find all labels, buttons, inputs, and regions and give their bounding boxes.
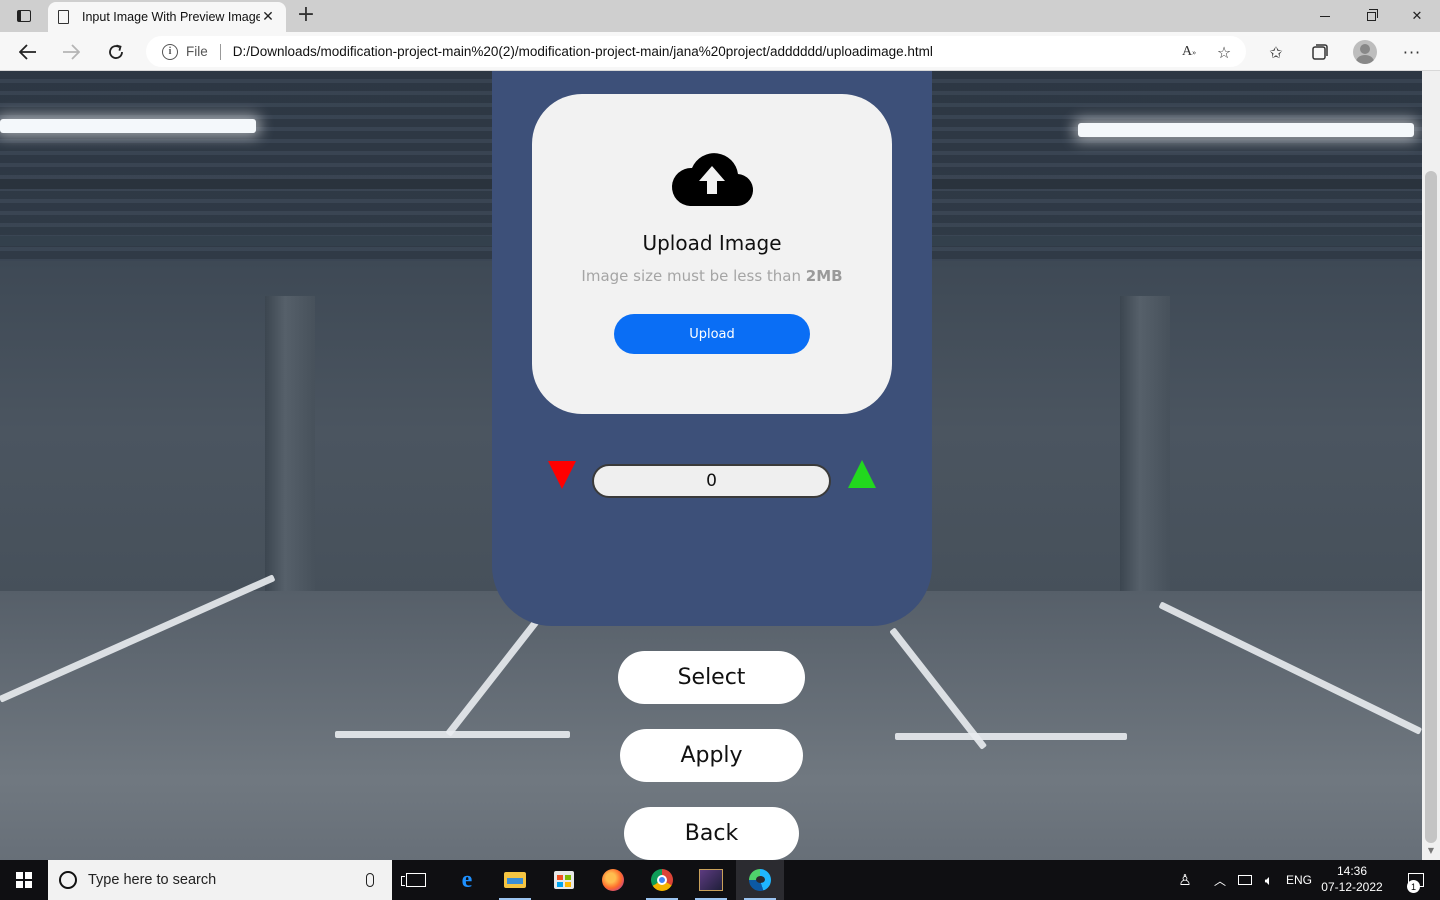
microphone-icon[interactable]	[366, 873, 374, 887]
url-separator	[219, 43, 221, 60]
cloud-upload-icon	[671, 153, 754, 207]
firefox-icon[interactable]	[589, 860, 637, 900]
reload-icon[interactable]	[103, 39, 129, 65]
notification-badge: 1	[1407, 880, 1420, 893]
game-icon[interactable]	[687, 860, 735, 900]
cortana-icon	[59, 871, 77, 889]
file-explorer-icon[interactable]	[491, 860, 539, 900]
counter-field[interactable]: 0	[592, 464, 831, 498]
tab-actions-icon[interactable]	[10, 6, 38, 26]
close-window-button[interactable]: ✕	[1394, 0, 1440, 32]
clock-date: 07-12-2022	[1321, 880, 1383, 894]
upload-title: Upload Image	[642, 231, 782, 255]
taskbar-search[interactable]: Type here to search	[48, 860, 392, 900]
size-limit: 2MB	[805, 267, 843, 285]
people-icon[interactable]: ♙	[1172, 860, 1198, 900]
edge-icon[interactable]	[736, 860, 784, 900]
page-viewport: Upload Image Image size must be less tha…	[0, 71, 1440, 860]
clock[interactable]: 14:36 07-12-2022	[1318, 863, 1386, 897]
network-icon[interactable]	[1234, 860, 1256, 900]
windows-logo-icon	[16, 872, 32, 888]
favorites-icon[interactable]: ✩	[1264, 40, 1288, 64]
more-icon[interactable]: ···	[1400, 40, 1424, 64]
store-icon[interactable]	[540, 860, 588, 900]
new-tab-button[interactable]: +	[294, 4, 318, 28]
collections-icon[interactable]	[1308, 40, 1332, 64]
profile-icon[interactable]	[1353, 40, 1377, 64]
scroll-down-icon[interactable]: ▼	[1426, 846, 1436, 855]
increment-arrow-icon[interactable]	[848, 460, 876, 488]
browser-tab[interactable]: Input Image With Preview Image ✕	[48, 2, 286, 32]
show-hidden-icons-icon[interactable]: ︿	[1210, 860, 1230, 900]
search-placeholder: Type here to search	[88, 872, 217, 888]
decrement-arrow-icon[interactable]	[548, 461, 576, 489]
upload-button[interactable]: Upload	[614, 314, 810, 354]
select-button[interactable]: Select	[618, 651, 805, 704]
apply-button[interactable]: Apply	[620, 729, 803, 782]
read-aloud-icon[interactable]: A»	[1180, 43, 1198, 61]
add-favorite-icon[interactable]: ☆	[1215, 43, 1233, 62]
close-tab-icon[interactable]: ✕	[260, 9, 276, 25]
volume-icon[interactable]: 🔈︎	[1258, 860, 1280, 900]
browser-tab-bar: Input Image With Preview Image ✕ + ✕	[0, 0, 1440, 32]
clock-time: 14:36	[1336, 864, 1368, 878]
windows-taskbar: Type here to search e ♙ ︿ 🔈︎ ENG 14:36 0…	[0, 860, 1440, 900]
url-field[interactable]: i File D:/Downloads/modification-project…	[146, 36, 1246, 67]
address-bar: i File D:/Downloads/modification-project…	[0, 32, 1440, 71]
language-indicator[interactable]: ENG	[1284, 860, 1314, 900]
edge-legacy-icon[interactable]: e	[443, 860, 491, 900]
tab-title: Input Image With Preview Image	[82, 10, 260, 24]
restore-button[interactable]	[1348, 0, 1394, 32]
start-button[interactable]	[0, 860, 48, 900]
chrome-icon[interactable]	[638, 860, 686, 900]
back-button[interactable]: Back	[624, 807, 799, 860]
upload-size-hint: Image size must be less than 2MB	[581, 267, 843, 285]
task-view-icon[interactable]	[392, 860, 440, 900]
page-icon	[58, 10, 69, 24]
url-scheme-label: File	[186, 44, 208, 59]
scrollbar-thumb[interactable]	[1425, 171, 1437, 843]
url-text[interactable]: D:/Downloads/modification-project-main%2…	[233, 44, 933, 59]
upload-card: Upload Image Image size must be less tha…	[532, 94, 892, 414]
forward-icon[interactable]	[58, 39, 84, 65]
info-icon[interactable]: i	[162, 43, 178, 60]
back-icon[interactable]	[15, 39, 41, 65]
minimize-button[interactable]	[1302, 0, 1348, 32]
